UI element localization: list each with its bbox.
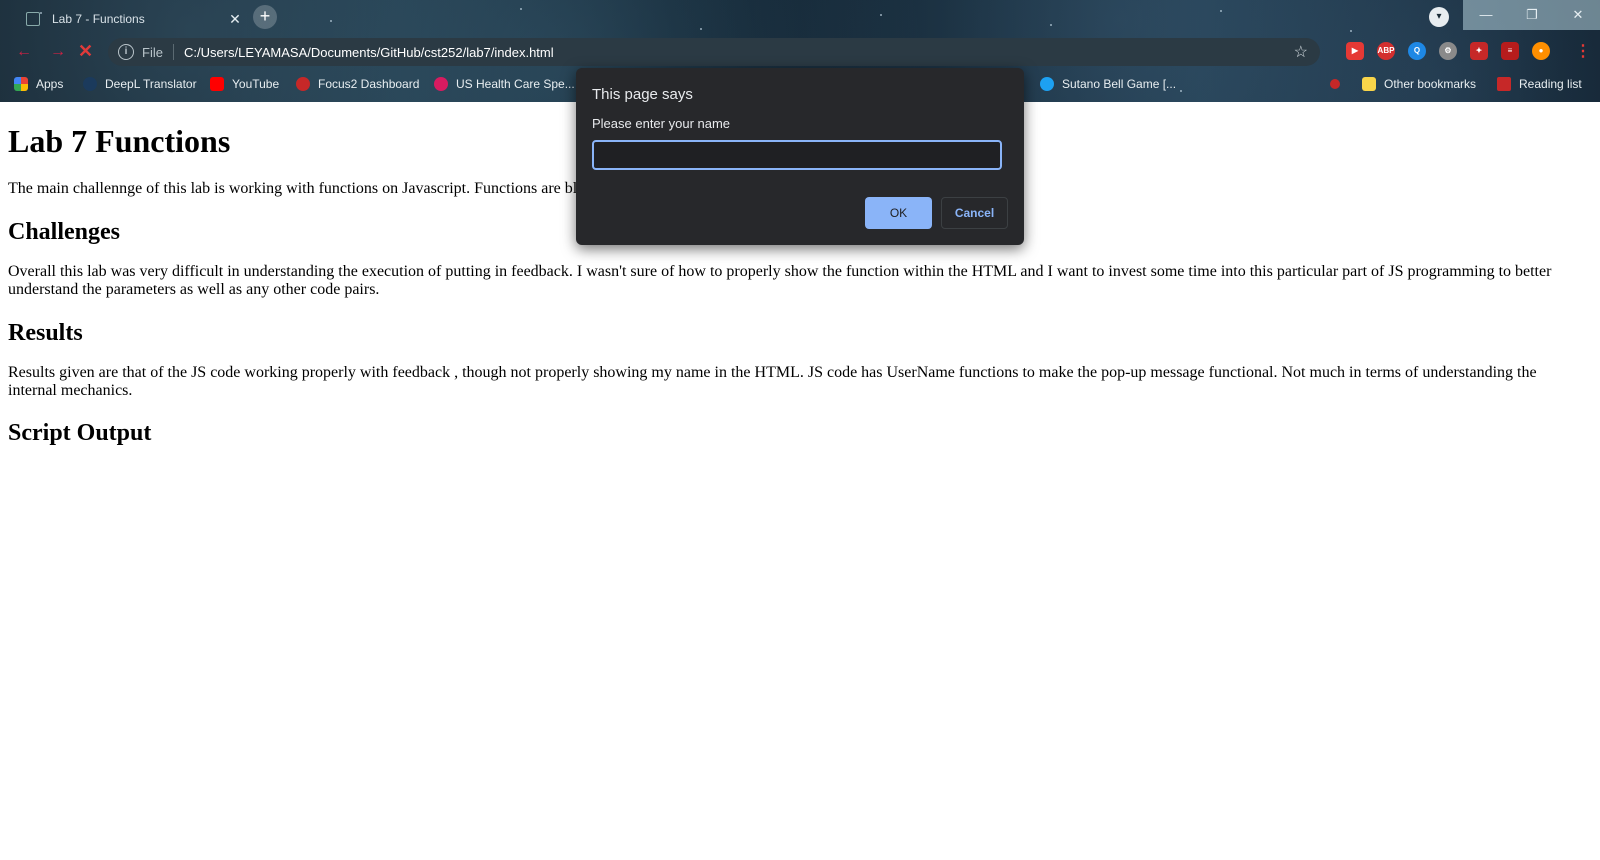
challenges-heading: Challenges <box>8 219 121 245</box>
background-star <box>1180 90 1182 92</box>
url-text[interactable]: C:/Users/LEYAMASA/Documents/GitHub/cst25… <box>184 45 1294 60</box>
background-star <box>1050 24 1052 26</box>
url-scheme-label: File <box>142 44 163 60</box>
intro-paragraph: The main challennge of this lab is worki… <box>8 180 578 197</box>
jn-icon <box>434 77 448 91</box>
divider <box>172 44 174 60</box>
page-icon <box>26 12 40 26</box>
bookmark-label: Other bookmarks <box>1384 77 1477 91</box>
folder-icon <box>1362 77 1376 91</box>
tab-close-icon[interactable]: ✕ <box>226 11 244 28</box>
forward-button[interactable]: → <box>50 43 66 61</box>
new-tab-button[interactable]: + <box>253 5 277 29</box>
close-window-button[interactable]: ✕ <box>1555 0 1600 30</box>
prompt-dialog: This page says Please enter your name OK… <box>576 68 1024 245</box>
bookmark-other[interactable]: Other bookmarks <box>1362 74 1476 94</box>
bookmark-label: Apps <box>36 77 64 91</box>
extension-icon[interactable]: ⚙ <box>1439 42 1457 60</box>
tab-lab7[interactable]: Lab 7 - Functions ✕ <box>8 3 244 35</box>
extension-icon[interactable]: Q <box>1408 42 1426 60</box>
back-button[interactable]: ← <box>16 43 32 61</box>
ok-button[interactable]: OK <box>865 197 932 229</box>
bookmark-deepl[interactable]: DeepL Translator <box>83 74 197 94</box>
background-star <box>700 28 702 30</box>
background-star <box>1350 30 1352 32</box>
twitter-icon <box>1040 77 1054 91</box>
bookmark-sutano-bell[interactable]: Sutano Bell Game [... <box>1040 74 1176 94</box>
restore-button[interactable]: ❐ <box>1509 0 1555 30</box>
tab-title: Lab 7 - Functions <box>52 12 145 26</box>
bookmark-star-icon[interactable]: ☆ <box>1294 42 1308 62</box>
info-icon[interactable]: i <box>118 44 134 60</box>
focus2-icon <box>296 77 310 91</box>
cancel-button[interactable]: Cancel <box>941 197 1008 229</box>
tab-search-icon[interactable]: ▾ <box>1429 7 1449 27</box>
background-star <box>520 8 522 10</box>
bookmark-label: Focus2 Dashboard <box>318 77 420 91</box>
bookmark-overflow[interactable] <box>1330 74 1348 94</box>
bookmark-label: YouTube <box>232 77 280 91</box>
challenges-paragraph: Overall this lab was very difficult in u… <box>8 263 1552 298</box>
bookmark-us-health-care[interactable]: US Health Care Spe... <box>434 74 575 94</box>
background-star <box>880 14 882 16</box>
address-bar[interactable]: i File C:/Users/LEYAMASA/Documents/GitHu… <box>108 38 1320 66</box>
reading-list-icon[interactable]: ≡ <box>1501 42 1519 60</box>
bookmark-label: Reading list <box>1519 77 1582 91</box>
puzzle-icon[interactable]: ✦ <box>1470 42 1488 60</box>
bookmark-apps[interactable]: Apps <box>14 74 63 94</box>
dialog-message: Please enter your name <box>592 116 731 131</box>
stop-loading-button[interactable]: ✕ <box>78 41 93 62</box>
deepl-icon <box>83 77 97 91</box>
extension-icon[interactable]: ▶ <box>1346 42 1364 60</box>
minimize-button[interactable]: — <box>1463 0 1509 30</box>
adblock-icon[interactable]: ABP <box>1377 42 1395 60</box>
youtube-icon <box>210 77 224 91</box>
apps-grid-icon <box>14 77 28 91</box>
avatar[interactable]: ● <box>1532 42 1550 60</box>
reading-list-icon <box>1497 77 1511 91</box>
script-output-heading: Script Output <box>8 420 152 446</box>
bookmark-label: Sutano Bell Game [... <box>1062 77 1177 91</box>
bookmark-label: DeepL Translator <box>105 77 197 91</box>
bookmark-youtube[interactable]: YouTube <box>210 74 279 94</box>
reading-list-button[interactable]: Reading list <box>1497 74 1582 94</box>
menu-icon[interactable]: ⋮ <box>1575 41 1591 61</box>
bookmark-label: US Health Care Spe... <box>456 77 575 91</box>
background-star <box>1220 10 1222 12</box>
bookmark-focus2[interactable]: Focus2 Dashboard <box>296 74 419 94</box>
results-paragraph: Results given are that of the JS code wo… <box>8 364 1537 399</box>
bookmark-icon <box>1330 79 1340 89</box>
results-heading: Results <box>8 320 83 346</box>
dialog-title: This page says <box>592 86 693 103</box>
name-input[interactable] <box>592 140 1002 170</box>
background-star <box>330 20 332 22</box>
